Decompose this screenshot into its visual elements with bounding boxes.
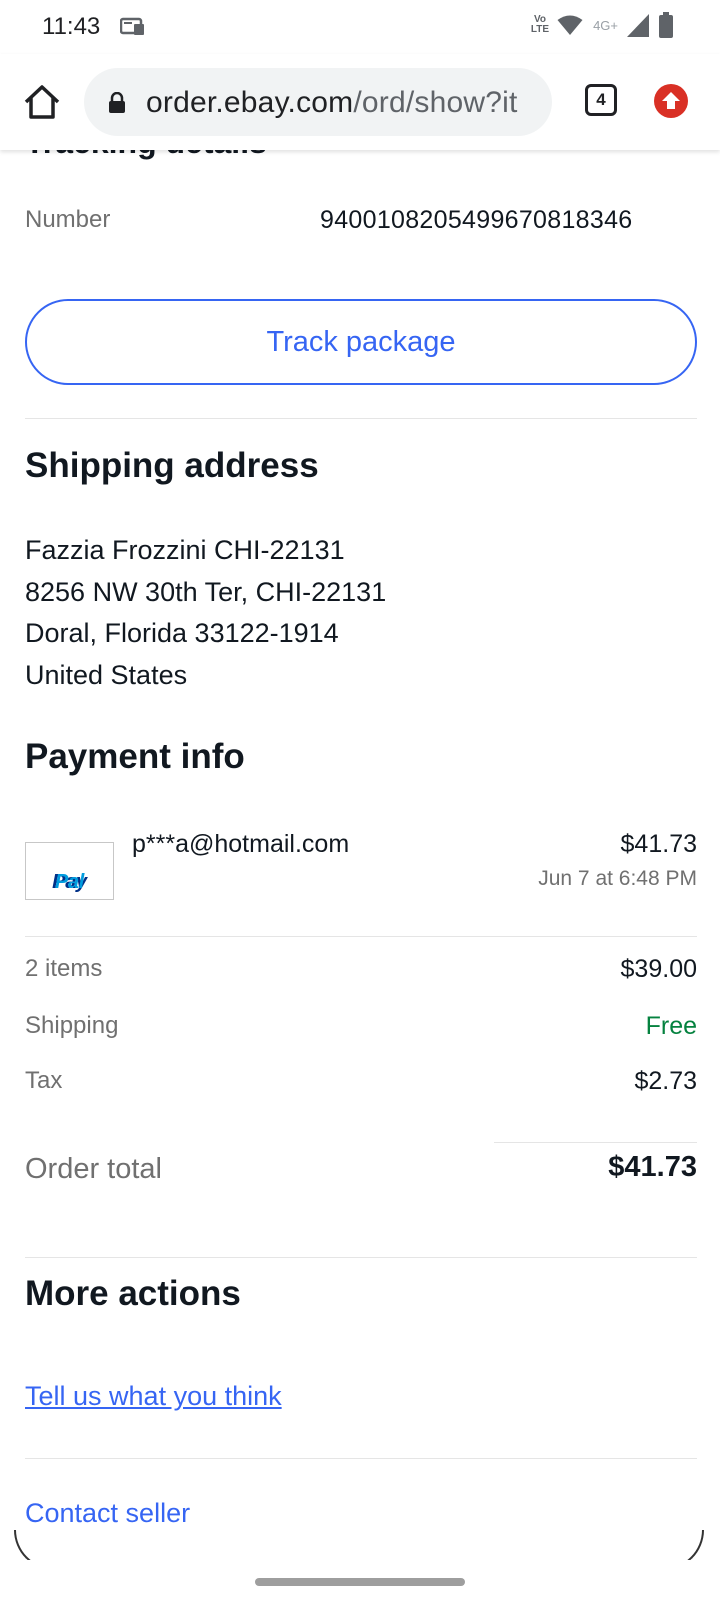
divider <box>25 1257 697 1258</box>
tracking-heading: Tracking details <box>25 150 267 161</box>
page-content: Tracking details Number 9400108205499670… <box>0 150 720 1560</box>
divider <box>25 936 697 937</box>
divider <box>25 418 697 419</box>
payment-email: p***a@hotmail.com <box>132 830 350 858</box>
lock-icon <box>109 92 125 113</box>
track-package-button[interactable]: Track package <box>25 299 697 385</box>
feedback-link[interactable]: Tell us what you think <box>25 1381 282 1412</box>
shipping-address: Fazzia Frozzini CHI-22131 8256 NW 30th T… <box>25 530 386 696</box>
url-host: order.ebay.com <box>146 86 354 119</box>
divider <box>25 1458 697 1459</box>
signal-icon <box>627 14 649 37</box>
url-path: /ord/show?it <box>353 86 518 119</box>
shipping-cost-value: Free <box>645 1012 697 1040</box>
order-total-label: Order total <box>25 1153 162 1185</box>
url-text: order.ebay.com/ord/show?it <box>146 86 518 120</box>
items-label: 2 items <box>25 955 103 982</box>
status-time: 11:43 <box>42 13 101 40</box>
shipping-cost-label: Shipping <box>25 1012 119 1039</box>
total-divider <box>494 1142 697 1143</box>
payment-amount: $41.73 <box>620 830 697 858</box>
home-gesture-handle[interactable] <box>255 1578 465 1586</box>
network-type: 4G+ <box>593 17 618 33</box>
tracking-number-value: 9400108205499670818346 <box>320 206 633 234</box>
more-actions-heading: More actions <box>25 1274 241 1313</box>
update-icon[interactable] <box>654 84 688 118</box>
tracking-number-label: Number <box>25 206 111 233</box>
volte-indicator: Vo LTE <box>530 14 550 35</box>
address-line: 8256 NW 30th Ter, CHI-22131 <box>25 576 387 607</box>
browser-toolbar: order.ebay.com/ord/show?it 4 <box>0 54 720 150</box>
address-line: Doral, Florida 33122-1914 <box>25 618 339 648</box>
contact-seller-link[interactable]: Contact seller <box>25 1498 190 1529</box>
payment-date: Jun 7 at 6:48 PM <box>538 867 697 890</box>
status-bar: 11:43 Vo LTE 4G+ <box>0 0 720 54</box>
order-total-value: $41.73 <box>608 1151 697 1183</box>
notification-icon <box>120 17 144 35</box>
address-line: Fazzia Frozzini CHI-22131 <box>25 535 345 565</box>
battery-icon <box>659 12 673 38</box>
paypal-logo-text-2: Pal <box>54 871 85 893</box>
paypal-logo: Pay Pal <box>25 842 114 900</box>
address-bar[interactable]: order.ebay.com/ord/show?it <box>84 68 552 136</box>
home-icon[interactable] <box>22 82 62 122</box>
gesture-navigation-bar <box>0 1560 720 1600</box>
tax-label: Tax <box>25 1067 63 1094</box>
shipping-address-heading: Shipping address <box>25 446 319 485</box>
tab-switcher-button[interactable]: 4 <box>585 84 617 116</box>
address-line: United States <box>25 659 188 690</box>
payment-info-heading: Payment info <box>25 737 245 776</box>
items-value: $39.00 <box>620 955 697 983</box>
tax-value: $2.73 <box>634 1067 697 1095</box>
wifi-icon <box>557 15 583 35</box>
